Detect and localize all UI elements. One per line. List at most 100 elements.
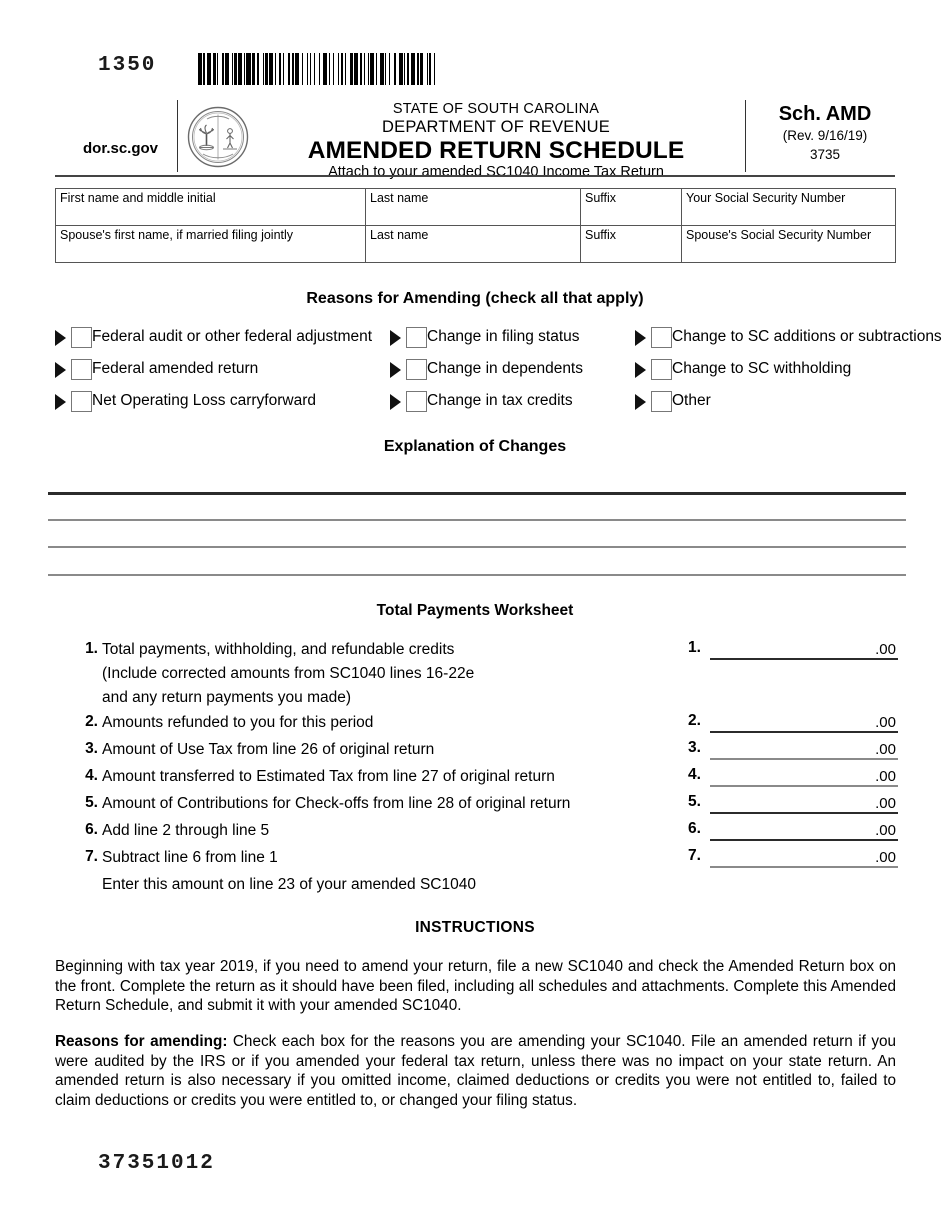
header-divider-left — [177, 100, 178, 172]
checkbox-item-federal-amended-return[interactable]: Federal amended return — [55, 358, 390, 380]
field-label-spouse-ssn[interactable]: Spouse's Social Security Number — [681, 225, 896, 263]
checkbox-nol-carryforward[interactable] — [71, 391, 92, 412]
footer-form-number: 37351012 — [98, 1152, 215, 1175]
amount-entry-5: 5. .00 — [688, 792, 898, 814]
amount-entry-7: 7. .00 — [688, 846, 898, 868]
checkbox-label: Net Operating Loss carryforward — [92, 392, 316, 409]
line-note: Enter this amount on line 23 of your ame… — [102, 876, 476, 893]
checkbox-federal-amended-return[interactable] — [71, 359, 92, 380]
amount-input-4[interactable]: .00 — [710, 765, 898, 787]
checkbox-label: Change to SC withholding — [672, 360, 852, 377]
reason-row: Net Operating Loss carryforward Change i… — [55, 390, 920, 422]
line-text: (Include corrected amounts from SC1040 l… — [102, 665, 475, 682]
header-center: STATE OF SOUTH CAROLINA DEPARTMENT OF RE… — [255, 101, 737, 181]
checkbox-item-nol-carryforward[interactable]: Net Operating Loss carryforward — [55, 390, 390, 412]
taxpayer-name-table: First name and middle initial Last name … — [55, 188, 896, 263]
amount-rule — [710, 731, 898, 733]
cents-suffix: .00 — [875, 849, 896, 866]
amount-input-5[interactable]: .00 — [710, 792, 898, 814]
arrow-icon — [635, 362, 646, 378]
amount-input-3[interactable]: .00 — [710, 738, 898, 760]
worksheet-line-3: 3. Amount of Use Tax from line 26 of ori… — [78, 738, 898, 765]
form-header: dor.sc.gov STATE OF SOUTH CAROLINA DEPAR… — [55, 98, 895, 180]
header-divider-right — [745, 100, 746, 172]
field-label-first-name[interactable]: First name and middle initial — [55, 188, 366, 226]
amount-input-7[interactable]: .00 — [710, 846, 898, 868]
checkbox-item-sc-additions[interactable]: Change to SC additions or subtractions — [635, 326, 942, 348]
checkbox-federal-audit[interactable] — [71, 327, 92, 348]
amount-entry-3: 3. .00 — [688, 738, 898, 760]
reason-row: Federal amended return Change in depende… — [55, 358, 920, 390]
amount-input-6[interactable]: .00 — [710, 819, 898, 841]
field-label-spouse-first-name[interactable]: Spouse's first name, if married filing j… — [55, 225, 366, 263]
checkbox-label: Federal audit or other federal adjustmen… — [92, 328, 373, 345]
checkbox-other[interactable] — [651, 391, 672, 412]
explanation-write-line[interactable] — [48, 519, 906, 521]
amount-input-2[interactable]: .00 — [710, 711, 898, 733]
amount-line-number: 5. — [688, 793, 701, 810]
checkbox-item-change-tax-credits[interactable]: Change in tax credits — [390, 390, 635, 412]
table-row: First name and middle initial Last name … — [55, 188, 896, 226]
cents-suffix: .00 — [875, 822, 896, 839]
state-line: STATE OF SOUTH CAROLINA — [392, 101, 600, 117]
worksheet-line-6: 6. Add line 2 through line 5 6. .00 — [78, 819, 898, 846]
checkbox-change-tax-credits[interactable] — [406, 391, 427, 412]
instructions-section-title: INSTRUCTIONS — [415, 919, 535, 936]
south-carolina-state-seal-icon — [187, 106, 249, 168]
instructions-paragraph-2: Reasons for amending: Check each box for… — [55, 1032, 896, 1110]
reasons-checkbox-grid: Federal audit or other federal adjustmen… — [55, 326, 942, 422]
explanation-write-line[interactable] — [48, 492, 906, 495]
amount-entry-4: 4. .00 — [688, 765, 898, 787]
schedule-code: Sch. AMD — [778, 103, 872, 125]
amount-line-number: 4. — [688, 766, 701, 783]
instructions-paragraph-1: Beginning with tax year 2019, if you nee… — [55, 958, 896, 1014]
arrow-icon — [390, 394, 401, 410]
explanation-write-line[interactable] — [48, 574, 906, 576]
department-line: DEPARTMENT OF REVENUE — [382, 118, 610, 136]
field-label-spouse-last-name[interactable]: Last name — [365, 225, 581, 263]
checkbox-item-other[interactable]: Other — [635, 390, 920, 412]
worksheet-section-title: Total Payments Worksheet — [376, 602, 574, 619]
worksheet-line-4: 4. Amount transferred to Estimated Tax f… — [78, 765, 898, 792]
form-code: 3735 — [809, 147, 841, 162]
field-label-ssn[interactable]: Your Social Security Number — [681, 188, 896, 226]
form-subtitle: Attach to your amended SC1040 Income Tax… — [328, 164, 664, 180]
form-title: AMENDED RETURN SCHEDULE — [307, 137, 685, 164]
amount-rule — [710, 812, 898, 814]
amount-line-number: 6. — [688, 820, 701, 837]
amount-rule — [710, 658, 898, 660]
amount-rule — [710, 866, 898, 868]
amount-input-1[interactable]: .00 — [710, 638, 898, 660]
table-row: Spouse's first name, if married filing j… — [55, 225, 896, 263]
checkbox-item-change-dependents[interactable]: Change in dependents — [390, 358, 635, 380]
checkbox-label: Change in filing status — [427, 328, 580, 345]
checkbox-change-filing-status[interactable] — [406, 327, 427, 348]
amount-entry-2: 2. .00 — [688, 711, 898, 733]
checkbox-label: Federal amended return — [92, 360, 259, 377]
field-label-last-name[interactable]: Last name — [365, 188, 581, 226]
arrow-icon — [390, 362, 401, 378]
amount-line-number: 2. — [688, 712, 701, 729]
checkbox-label: Change in tax credits — [427, 392, 573, 409]
cents-suffix: .00 — [875, 714, 896, 731]
checkbox-change-dependents[interactable] — [406, 359, 427, 380]
arrow-icon — [635, 394, 646, 410]
revision-date: (Rev. 9/16/19) — [782, 128, 868, 143]
worksheet-line-1: 1. Total payments, withholding, and refu… — [78, 638, 898, 711]
line-number: 6. — [85, 821, 98, 838]
checkbox-item-sc-withholding[interactable]: Change to SC withholding — [635, 358, 920, 380]
cents-suffix: .00 — [875, 641, 896, 658]
checkbox-item-federal-audit[interactable]: Federal audit or other federal adjustmen… — [55, 326, 390, 348]
field-label-suffix[interactable]: Suffix — [580, 188, 682, 226]
reasons-section-title: Reasons for Amending (check all that app… — [306, 290, 644, 307]
checkbox-item-change-filing-status[interactable]: Change in filing status — [390, 326, 635, 348]
header-rule — [55, 175, 895, 177]
field-label-spouse-suffix[interactable]: Suffix — [580, 225, 682, 263]
checkbox-label: Other — [672, 392, 711, 409]
line-number: 3. — [85, 740, 98, 757]
arrow-icon — [55, 330, 66, 346]
checkbox-sc-withholding[interactable] — [651, 359, 672, 380]
amount-line-number: 1. — [688, 639, 701, 656]
checkbox-sc-additions[interactable] — [651, 327, 672, 348]
explanation-write-line[interactable] — [48, 546, 906, 548]
